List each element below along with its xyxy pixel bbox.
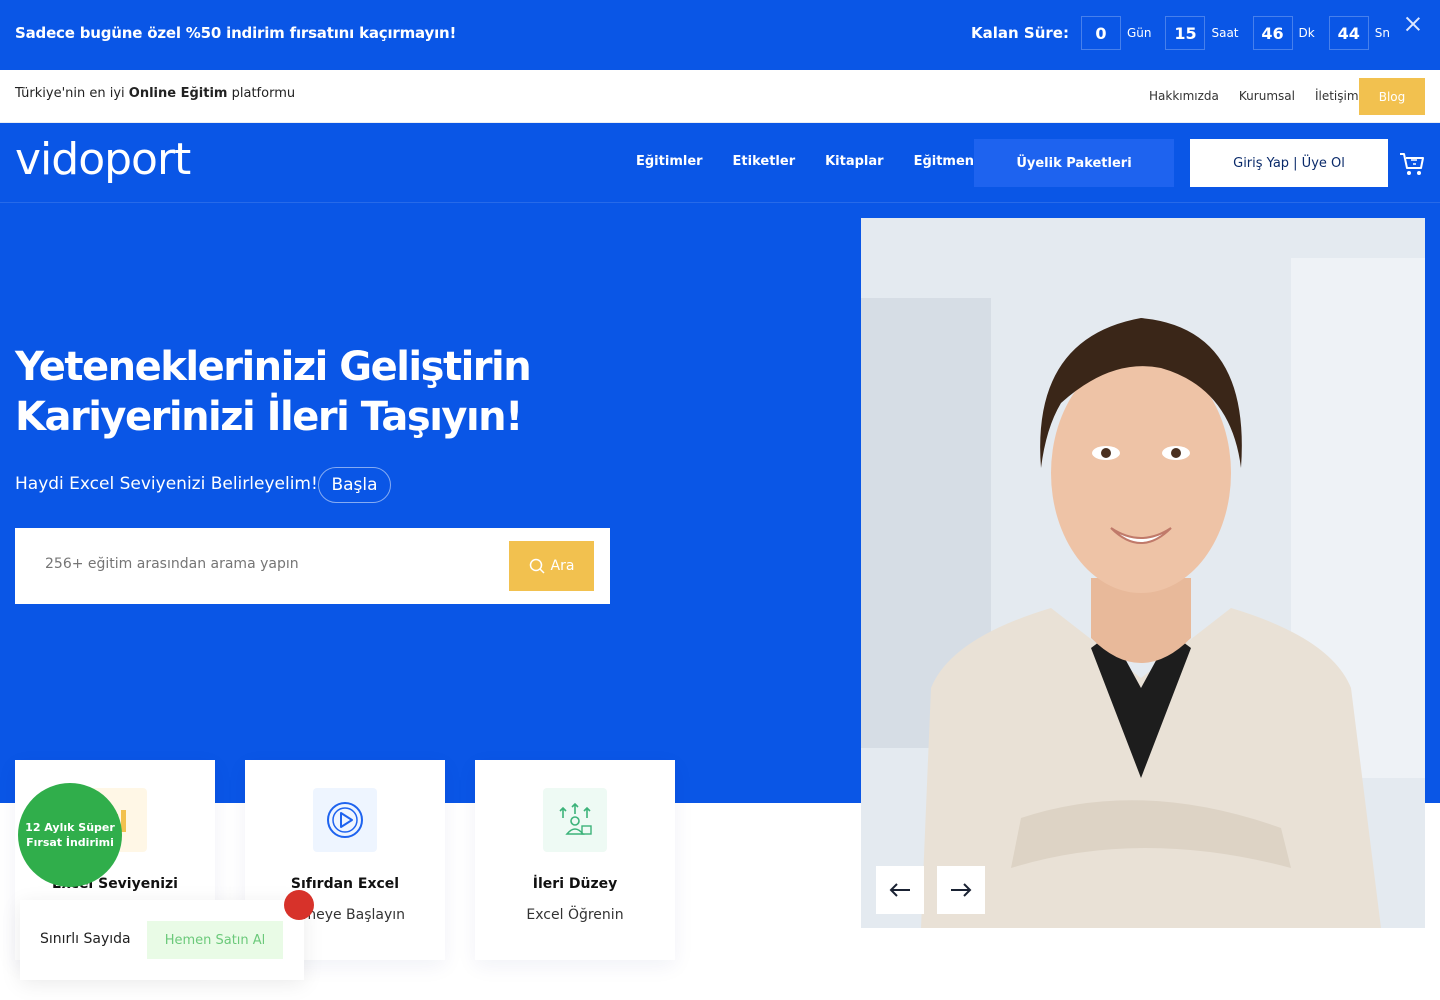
- card-title: İleri Düzey: [532, 876, 618, 892]
- prev-slide-button[interactable]: [876, 866, 924, 914]
- offer-badge-line-1: 12 Aylık Süper: [25, 821, 115, 834]
- countdown-days-unit: Gün: [1126, 26, 1152, 40]
- start-button[interactable]: Başla: [318, 467, 391, 503]
- link-about[interactable]: Hakkımızda: [1149, 89, 1219, 103]
- promo-bar: Sadece bugüne özel %50 indirim fırsatını…: [0, 0, 1440, 70]
- close-icon[interactable]: [1403, 15, 1423, 35]
- hero-headline-line-2: Kariyerinizi İleri Taşıyın!: [15, 394, 523, 440]
- hero-headline-line-1: Yeteneklerinizi Geliştirin: [15, 344, 532, 390]
- countdown-minutes: 46: [1252, 16, 1293, 50]
- logo[interactable]: vidoport: [15, 134, 191, 185]
- next-slide-button[interactable]: [937, 866, 985, 914]
- nav-divider: [0, 202, 1440, 203]
- excel-level-text: Haydi Excel Seviyenizi Belirleyelim!: [15, 474, 318, 494]
- blog-button[interactable]: Blog: [1359, 78, 1425, 115]
- top-bar: Türkiye'nin en iyi Online Eğitim platfor…: [0, 70, 1440, 123]
- login-register-button[interactable]: Giriş Yap | Üye Ol: [1190, 139, 1388, 187]
- search-button[interactable]: Ara: [509, 541, 594, 591]
- countdown-seconds: 44: [1328, 16, 1369, 50]
- countdown-days: 0: [1080, 16, 1121, 50]
- countdown-minutes-unit: Dk: [1298, 26, 1315, 40]
- limited-label: Sınırlı Sayıda: [40, 931, 131, 947]
- nav-item-books[interactable]: Kitaplar: [825, 154, 883, 169]
- tagline-post: platformu: [227, 86, 296, 101]
- top-links: Hakkımızda Kurumsal İletişim: [1149, 89, 1379, 103]
- countdown-seconds-unit: Sn: [1374, 26, 1390, 40]
- offer-badge-line-2: Fırsat İndirimi: [26, 836, 114, 849]
- promo-text: Sadece bugüne özel %50 indirim fırsatını…: [15, 24, 457, 42]
- tagline-pre: Türkiye'nin en iyi: [15, 86, 129, 101]
- card-excel-advanced[interactable]: İleri Düzey Excel Öğrenin: [475, 760, 675, 960]
- cart-icon[interactable]: [1398, 150, 1426, 178]
- main-nav: Eğitimler Etiketler Kitaplar Eğitmenler: [636, 154, 1024, 169]
- card-title: Sıfırdan Excel: [290, 876, 400, 892]
- play-icon: [313, 788, 377, 852]
- offer-badge[interactable]: 12 Aylık Süper Fırsat İndirimi: [18, 783, 122, 887]
- search-box: Ara: [15, 528, 610, 604]
- arrow-right-icon: [951, 883, 972, 897]
- arrow-left-icon: [889, 883, 910, 897]
- hero-photo: [861, 218, 1425, 928]
- nav-item-courses[interactable]: Eğitimler: [636, 154, 703, 169]
- notification-dot[interactable]: [284, 890, 314, 920]
- woman-portrait-image: [861, 218, 1425, 928]
- search-button-label: Ara: [550, 558, 575, 574]
- link-corporate[interactable]: Kurumsal: [1239, 89, 1295, 103]
- tagline-bold: Online Eğitim: [128, 86, 228, 101]
- countdown-hours-unit: Saat: [1211, 26, 1239, 40]
- hero-headline: Yeteneklerinizi Geliştirin Kariyerinizi …: [15, 342, 532, 442]
- countdown: Kalan Süre: 0 Gün 15 Saat 46 Dk 44 Sn: [971, 16, 1404, 50]
- membership-button[interactable]: Üyelik Paketleri: [974, 139, 1174, 187]
- tagline: Türkiye'nin en iyi Online Eğitim platfor…: [15, 86, 295, 101]
- countdown-label: Kalan Süre:: [971, 24, 1069, 42]
- card-subtitle: Excel Öğrenin: [526, 907, 624, 923]
- countdown-hours: 15: [1165, 16, 1206, 50]
- link-contact[interactable]: İletişim: [1315, 89, 1359, 103]
- growth-icon: [543, 788, 607, 852]
- buy-now-button[interactable]: Hemen Satın Al: [147, 921, 283, 959]
- search-icon: [529, 558, 545, 574]
- limited-offer-box: Sınırlı Sayıda Hemen Satın Al: [20, 900, 304, 980]
- search-input[interactable]: [45, 556, 485, 572]
- nav-item-tags[interactable]: Etiketler: [733, 154, 796, 169]
